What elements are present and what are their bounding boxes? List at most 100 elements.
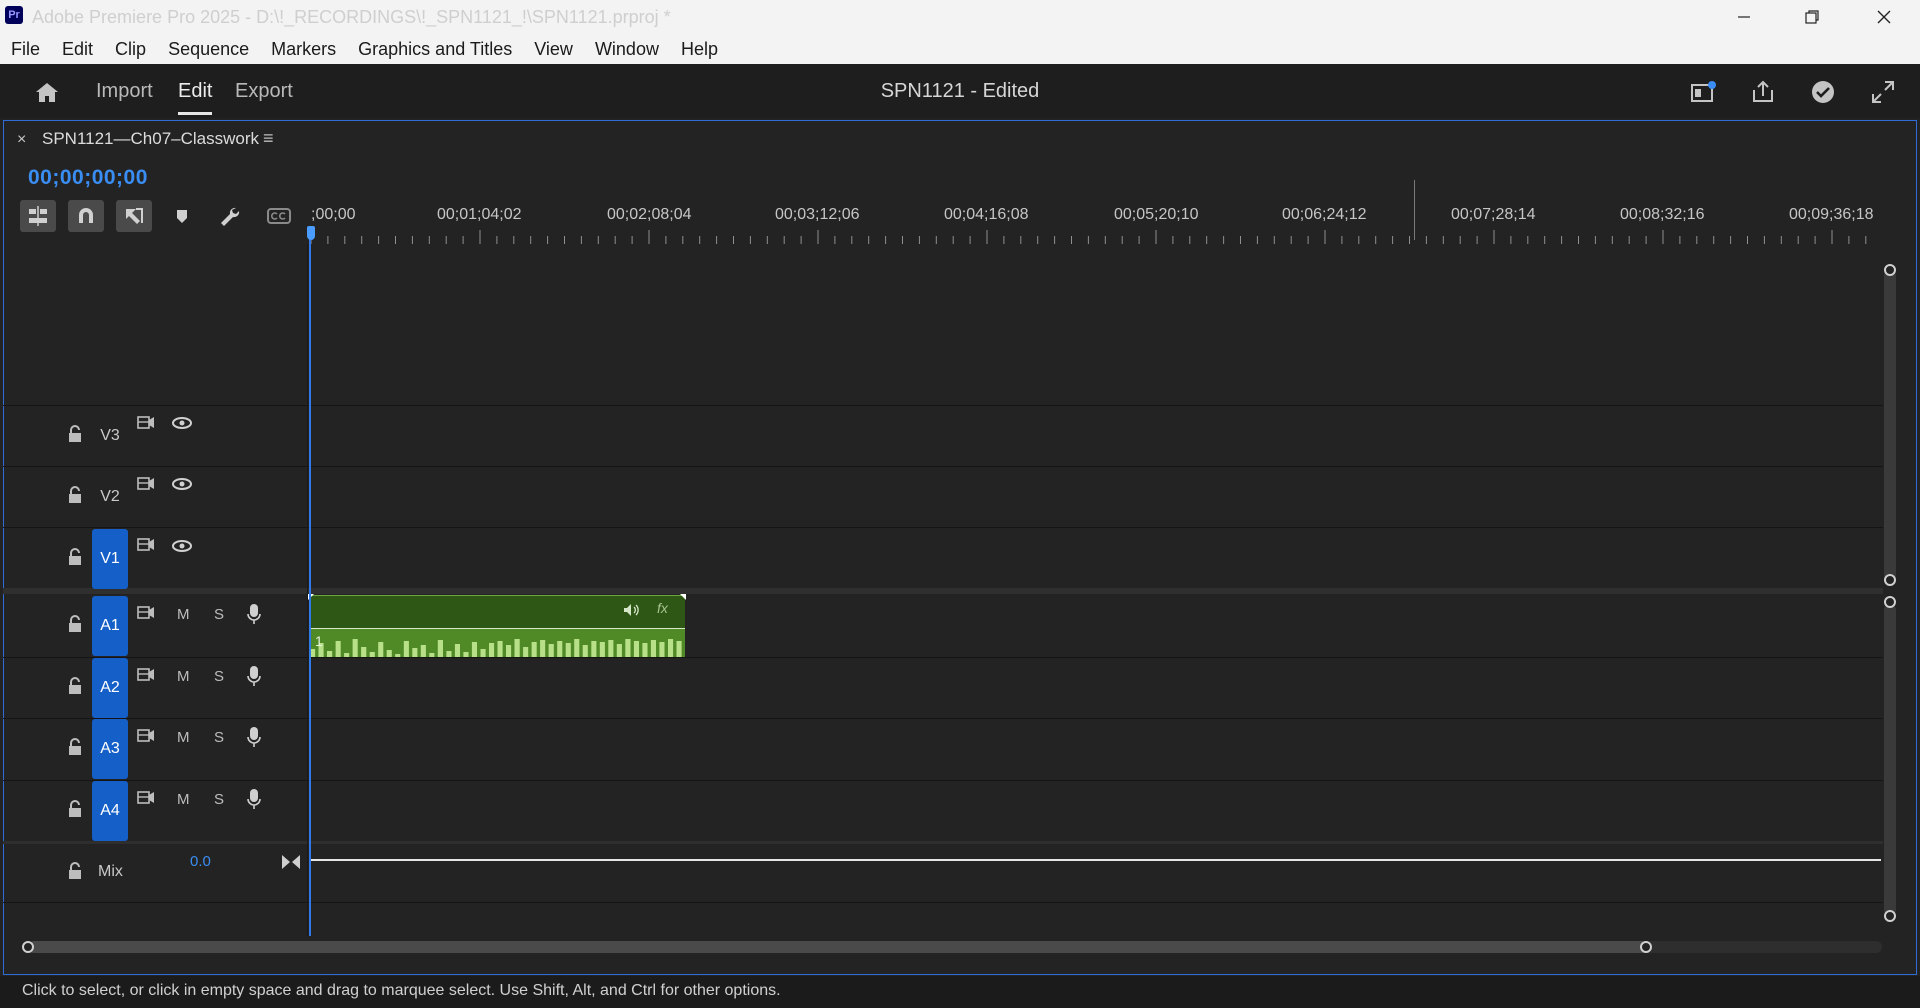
menu-clip[interactable]: Clip: [104, 34, 157, 64]
playhead[interactable]: [309, 226, 311, 936]
active-tab-indicator: [178, 112, 212, 115]
sync-lock-icon[interactable]: [136, 536, 156, 554]
menu-window[interactable]: Window: [584, 34, 670, 64]
video-tracks-scrollbar[interactable]: [1884, 270, 1896, 582]
playhead-handle[interactable]: [307, 226, 315, 240]
menu-help[interactable]: Help: [670, 34, 729, 64]
menu-bar: File Edit Clip Sequence Markers Graphics…: [0, 34, 1920, 64]
track-target-a4[interactable]: A4: [92, 781, 128, 841]
linked-selection-toggle[interactable]: [116, 200, 152, 232]
panel-menu-button[interactable]: ≡: [263, 128, 274, 149]
menu-graphics-and-titles[interactable]: Graphics and Titles: [347, 34, 523, 64]
solo-button[interactable]: S: [214, 791, 224, 808]
menu-file[interactable]: File: [0, 34, 51, 64]
track-name-label[interactable]: V3: [92, 427, 128, 445]
track-target-a2[interactable]: A2: [92, 658, 128, 718]
scroll-handle[interactable]: [1884, 264, 1896, 276]
zoom-handle-right[interactable]: [1640, 941, 1652, 953]
effects-badge[interactable]: fx: [657, 600, 668, 616]
sync-lock-icon[interactable]: [136, 789, 156, 807]
sync-lock-icon[interactable]: [136, 414, 156, 432]
microphone-icon[interactable]: [246, 603, 262, 625]
audio-tracks-scrollbar[interactable]: [1884, 604, 1896, 916]
quick-actions-button[interactable]: [1688, 78, 1718, 106]
toggle-output-eye-icon[interactable]: [171, 416, 193, 430]
lock-track-icon[interactable]: [66, 799, 84, 819]
mix-volume-value[interactable]: 0.0: [190, 853, 211, 870]
captions-button[interactable]: [261, 200, 297, 232]
waveform-graphic: [310, 639, 685, 657]
sync-lock-icon[interactable]: [136, 666, 156, 684]
menu-markers[interactable]: Markers: [260, 34, 347, 64]
sync-lock-icon[interactable]: [136, 475, 156, 493]
in-point-marker: [1414, 180, 1415, 240]
scroll-handle[interactable]: [1884, 596, 1896, 608]
track-target-a3[interactable]: A3: [92, 719, 128, 779]
microphone-icon[interactable]: [246, 788, 262, 810]
snap-toggle[interactable]: [68, 200, 104, 232]
sync-lock-icon[interactable]: [136, 727, 156, 745]
progress-button[interactable]: [1808, 78, 1838, 106]
premiere-app-icon: Pr: [5, 6, 23, 24]
mute-button[interactable]: M: [177, 729, 190, 746]
ruler-label: 00;06;24;12: [1282, 206, 1367, 223]
menu-view[interactable]: View: [523, 34, 584, 64]
ruler-label: 00;08;32;16: [1620, 206, 1705, 223]
mute-button[interactable]: M: [177, 791, 190, 808]
collapse-arrows-icon[interactable]: [281, 854, 301, 870]
mute-button[interactable]: M: [177, 606, 190, 623]
track-divider: [3, 466, 1883, 467]
time-ruler[interactable]: [311, 230, 1881, 244]
expand-icon: [1872, 81, 1894, 103]
clip-end-handle[interactable]: [680, 594, 686, 600]
solo-button[interactable]: S: [214, 668, 224, 685]
solo-button[interactable]: S: [214, 729, 224, 746]
playhead-timecode[interactable]: 00;00;00;00: [28, 166, 148, 190]
mix-volume-rubberband[interactable]: [311, 859, 1881, 861]
sequence-tab-name[interactable]: SPN1121—Ch07–Classwork: [42, 129, 259, 149]
menu-sequence[interactable]: Sequence: [157, 34, 260, 64]
close-sequence-tab-button[interactable]: ×: [17, 131, 26, 149]
panel-notification-icon: [1691, 81, 1716, 102]
ruler-label: ;00;00: [311, 206, 356, 223]
lock-track-icon[interactable]: [66, 614, 84, 634]
toggle-output-eye-icon[interactable]: [171, 539, 193, 553]
zoom-scroll-thumb[interactable]: [28, 941, 1648, 953]
track-target-v1[interactable]: V1: [92, 529, 128, 589]
audio-waveform: [310, 629, 685, 657]
solo-button[interactable]: S: [214, 606, 224, 623]
toggle-output-eye-icon[interactable]: [171, 477, 193, 491]
microphone-icon[interactable]: [246, 665, 262, 687]
lock-track-icon[interactable]: [66, 676, 84, 696]
clip-channel-label: 1: [315, 633, 323, 649]
insert-nest-toggle[interactable]: [20, 200, 56, 232]
menu-edit[interactable]: Edit: [51, 34, 104, 64]
window-title: Adobe Premiere Pro 2025 - D:\!_RECORDING…: [32, 7, 671, 27]
scroll-handle[interactable]: [1884, 910, 1896, 922]
fullscreen-button[interactable]: [1868, 78, 1898, 106]
sync-lock-icon[interactable]: [136, 604, 156, 622]
lock-track-icon[interactable]: [66, 861, 84, 881]
track-target-a1[interactable]: A1: [92, 596, 128, 656]
add-marker-button[interactable]: [164, 200, 200, 232]
close-window-button[interactable]: [1850, 0, 1918, 34]
microphone-icon[interactable]: [246, 726, 262, 748]
lock-track-icon[interactable]: [66, 547, 84, 567]
restore-button[interactable]: [1778, 0, 1846, 34]
ruler-label: 00;09;36;18: [1789, 206, 1874, 223]
lock-track-icon[interactable]: [66, 424, 84, 444]
status-message: Click to select, or click in empty space…: [22, 982, 781, 999]
scroll-handle[interactable]: [1884, 574, 1896, 586]
lock-track-icon[interactable]: [66, 737, 84, 757]
timeline-settings-button[interactable]: [212, 200, 248, 232]
lock-track-icon[interactable]: [66, 485, 84, 505]
mix-track-label: Mix: [98, 863, 123, 880]
track-divider: [3, 902, 1883, 903]
mute-button[interactable]: M: [177, 668, 190, 685]
track-name-label[interactable]: V2: [92, 488, 128, 506]
minimize-button[interactable]: [1710, 0, 1778, 34]
zoom-handle-left[interactable]: [22, 941, 34, 953]
share-button[interactable]: [1748, 78, 1778, 106]
video-audio-divider[interactable]: [3, 588, 1883, 594]
magnet-icon: [79, 208, 93, 223]
